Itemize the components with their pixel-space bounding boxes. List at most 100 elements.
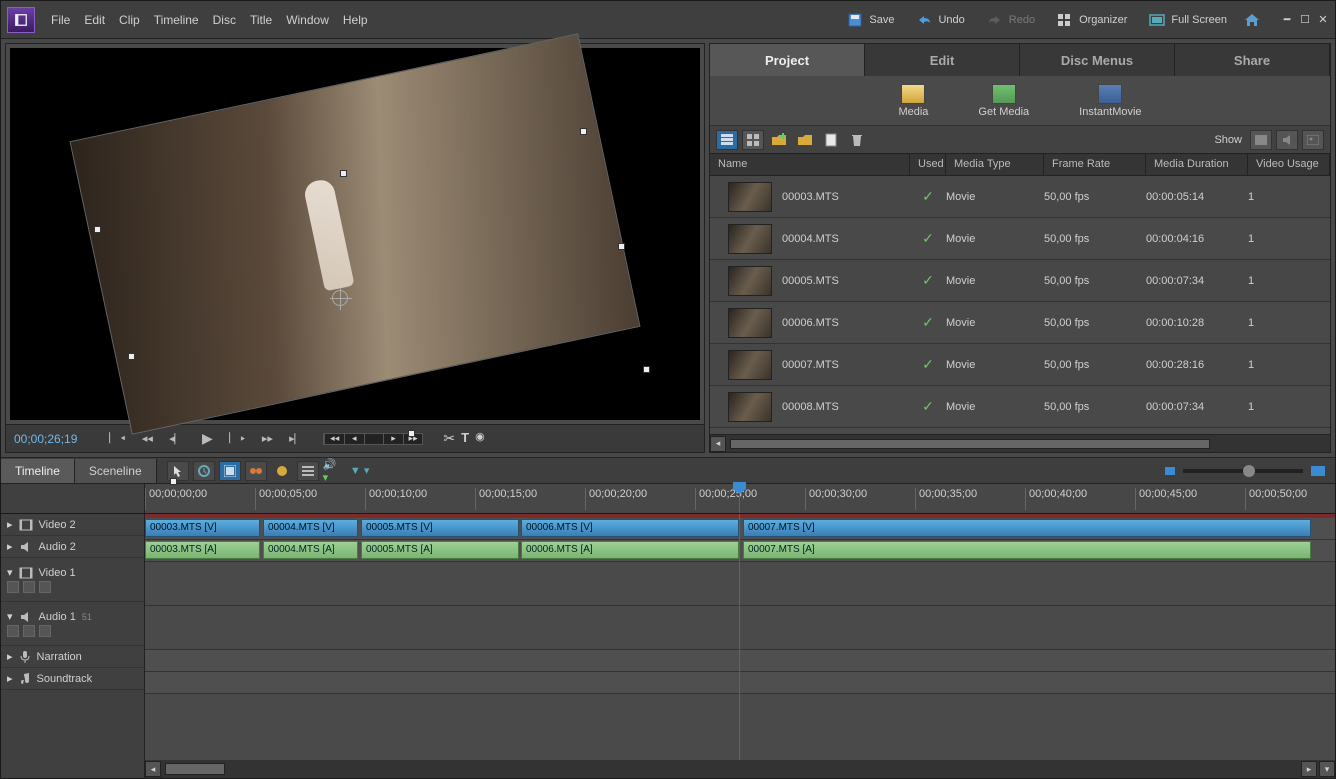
fullscreen-button[interactable]: Full Screen xyxy=(1143,10,1233,30)
goto-out-icon[interactable]: ▸⎸ xyxy=(287,432,307,446)
menu-title[interactable]: Title xyxy=(250,13,272,27)
col-name[interactable]: Name xyxy=(710,154,910,175)
transform-handle[interactable] xyxy=(128,353,135,360)
maximize-icon[interactable]: ☐ xyxy=(1299,14,1311,26)
goto-in-icon[interactable]: ⎸◂ xyxy=(107,432,127,445)
add-marker-icon[interactable]: ▼ ▾ xyxy=(349,461,371,481)
timeline-clip[interactable]: 00007.MTS [A] xyxy=(743,541,1311,559)
zoom-handle[interactable] xyxy=(1243,465,1255,477)
menu-window[interactable]: Window xyxy=(286,13,329,27)
scroll-down-icon[interactable]: ▾ xyxy=(1319,761,1335,777)
track-head-narration[interactable]: ▸Narration xyxy=(1,646,144,668)
list-view-icon[interactable] xyxy=(716,130,738,150)
scroll-left-icon[interactable]: ◂ xyxy=(710,436,726,452)
filter-still-icon[interactable] xyxy=(1302,130,1324,150)
rewind-icon[interactable]: ◂◂ xyxy=(137,432,157,445)
subtab-media[interactable]: Media xyxy=(898,84,928,118)
tab-timeline[interactable]: Timeline xyxy=(1,459,75,483)
menu-timeline[interactable]: Timeline xyxy=(154,13,199,27)
track-head-video1[interactable]: ▾Video 1 xyxy=(1,558,144,602)
time-ruler[interactable]: 00;00;00;0000;00;05;0000;00;10;0000;00;1… xyxy=(1,484,1335,514)
save-button[interactable]: Save xyxy=(841,9,900,31)
play-icon[interactable]: ▶ xyxy=(197,430,217,447)
transform-handle[interactable] xyxy=(340,170,347,177)
track-keyframe-icon[interactable] xyxy=(23,625,35,637)
lane-soundtrack[interactable] xyxy=(145,672,1335,694)
media-row[interactable]: 00004.MTS✓Movie50,00 fps00:00:04:161 xyxy=(710,218,1330,260)
timeline-clip[interactable]: 00003.MTS [A] xyxy=(145,541,260,559)
scroll-right-icon[interactable]: ▸ xyxy=(1301,761,1317,777)
media-row[interactable]: 00006.MTS✓Movie50,00 fps00:00:10:281 xyxy=(710,302,1330,344)
transform-handle[interactable] xyxy=(643,366,650,373)
col-dur[interactable]: Media Duration xyxy=(1146,154,1248,175)
timeline-clip[interactable]: 00005.MTS [V] xyxy=(361,519,519,537)
media-row[interactable]: 00007.MTS✓Movie50,00 fps00:00:28:161 xyxy=(710,344,1330,386)
media-row[interactable]: 00003.MTS✓Movie50,00 fps00:00:05:141 xyxy=(710,176,1330,218)
filter-video-icon[interactable] xyxy=(1250,130,1272,150)
col-usage[interactable]: Video Usage xyxy=(1248,154,1330,175)
step-fwd-icon[interactable]: ⎸▸ xyxy=(227,432,247,445)
col-type[interactable]: Media Type xyxy=(946,154,1044,175)
project-hscroll[interactable]: ◂ xyxy=(710,434,1330,452)
menu-clip[interactable]: Clip xyxy=(119,13,140,27)
track-next-icon[interactable] xyxy=(39,581,51,593)
home-icon[interactable] xyxy=(1243,12,1261,28)
monitor-viewport[interactable] xyxy=(10,48,700,420)
timecode-display[interactable]: 00;00;26;19 xyxy=(14,432,77,446)
trash-icon[interactable] xyxy=(846,130,868,150)
organizer-button[interactable]: Organizer xyxy=(1051,10,1133,30)
track-next-icon[interactable] xyxy=(39,625,51,637)
close-icon[interactable]: ✕ xyxy=(1317,14,1329,26)
new-item-icon[interactable] xyxy=(794,130,816,150)
tab-share[interactable]: Share xyxy=(1175,44,1330,76)
video-frame[interactable] xyxy=(69,33,640,435)
track-toggle-icon[interactable] xyxy=(7,581,19,593)
split-clip-icon[interactable]: ✂ xyxy=(443,430,455,447)
timeline-clip[interactable]: 00004.MTS [A] xyxy=(263,541,358,559)
tracks[interactable]: 00003.MTS [V]00004.MTS [V]00005.MTS [V]0… xyxy=(145,514,1335,760)
new-folder-icon[interactable] xyxy=(768,130,790,150)
time-stretch-tool-icon[interactable] xyxy=(193,461,215,481)
timeline-clip[interactable]: 00006.MTS [V] xyxy=(521,519,739,537)
playhead-line[interactable] xyxy=(739,514,740,760)
lane-narration[interactable] xyxy=(145,650,1335,672)
subtab-instantmovie[interactable]: InstantMovie xyxy=(1079,84,1141,118)
lane-video1[interactable] xyxy=(145,562,1335,606)
freeze-frame-icon[interactable]: ◉ xyxy=(475,430,485,447)
tab-discmenus[interactable]: Disc Menus xyxy=(1020,44,1175,76)
redo-button[interactable]: Redo xyxy=(981,10,1041,30)
properties-tool-icon[interactable] xyxy=(219,461,241,481)
scrollbar-thumb[interactable] xyxy=(730,439,1210,449)
track-head-audio1[interactable]: ▾Audio 151 xyxy=(1,602,144,646)
timeline-clip[interactable]: 00004.MTS [V] xyxy=(263,519,358,537)
col-rate[interactable]: Frame Rate xyxy=(1044,154,1146,175)
col-used[interactable]: Used xyxy=(910,154,946,175)
zoom-slider[interactable] xyxy=(1183,469,1303,473)
track-keyframe-icon[interactable] xyxy=(23,581,35,593)
menu-file[interactable]: File xyxy=(51,13,70,27)
title-tool-icon[interactable]: T xyxy=(461,430,469,447)
scrollbar-thumb[interactable] xyxy=(165,763,225,775)
scroll-left-icon[interactable]: ◂ xyxy=(145,761,161,777)
minimize-icon[interactable]: ━ xyxy=(1281,14,1293,26)
grid-view-icon[interactable] xyxy=(742,130,764,150)
tab-edit[interactable]: Edit xyxy=(865,44,1020,76)
audio-mix-icon[interactable]: 🔊 ▾ xyxy=(323,461,345,481)
subtab-getmedia[interactable]: Get Media xyxy=(978,84,1029,118)
tab-project[interactable]: Project xyxy=(710,44,865,76)
timeline-hscroll[interactable]: ◂ ▸ ▾ xyxy=(1,760,1335,778)
track-toggle-icon[interactable] xyxy=(7,625,19,637)
menu-disc[interactable]: Disc xyxy=(213,13,236,27)
tab-sceneline[interactable]: Sceneline xyxy=(75,459,157,483)
lane-audio1[interactable] xyxy=(145,606,1335,650)
track-head-soundtrack[interactable]: ▸Soundtrack xyxy=(1,668,144,690)
timeline-clip[interactable]: 00003.MTS [V] xyxy=(145,519,260,537)
media-row[interactable]: 00005.MTS✓Movie50,00 fps00:00:07:341 xyxy=(710,260,1330,302)
timeline-clip[interactable]: 00006.MTS [A] xyxy=(521,541,739,559)
zoom-in-icon[interactable] xyxy=(1311,466,1325,476)
transform-handle[interactable] xyxy=(580,128,587,135)
marker-icon[interactable] xyxy=(271,461,293,481)
menu-help[interactable]: Help xyxy=(343,13,368,27)
zoom-out-icon[interactable] xyxy=(1165,467,1175,475)
menu-icon[interactable] xyxy=(297,461,319,481)
